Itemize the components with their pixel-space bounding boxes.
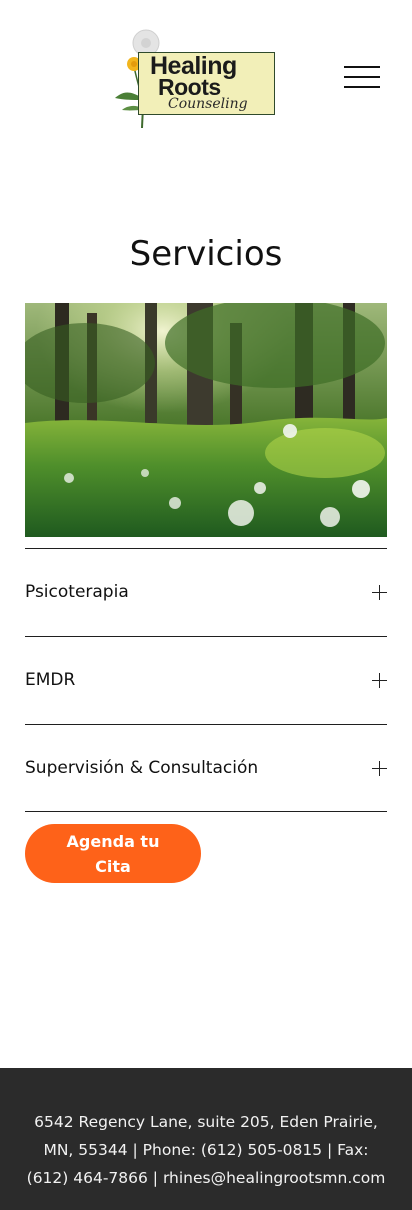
logo-text-counseling: Counseling xyxy=(168,96,248,112)
site-logo[interactable]: Healing Roots Counseling xyxy=(112,28,280,132)
accordion-item-psicoterapia[interactable]: Psicoterapia xyxy=(25,548,387,636)
forest-meadow-dandelions-photo xyxy=(25,303,387,537)
accordion-item-emdr[interactable]: EMDR xyxy=(25,636,387,724)
page-title: Servicios xyxy=(129,234,283,274)
site-header: Healing Roots Counseling xyxy=(0,0,412,150)
accordion-label: EMDR xyxy=(25,670,76,690)
services-accordion: Psicoterapia EMDR Supervisión & Consulta… xyxy=(25,548,387,812)
accordion-item-supervision[interactable]: Supervisión & Consultación xyxy=(25,724,387,812)
hero-image xyxy=(25,303,387,537)
plus-icon[interactable] xyxy=(372,673,387,688)
schedule-appointment-button[interactable]: Agenda tu Cita xyxy=(25,824,201,883)
footer-contact-text: 6542 Regency Lane, suite 205, Eden Prair… xyxy=(26,1113,386,1187)
hamburger-menu-icon[interactable] xyxy=(344,64,382,90)
plus-icon[interactable] xyxy=(372,761,387,776)
site-footer: 6542 Regency Lane, suite 205, Eden Prair… xyxy=(0,1068,412,1210)
plus-icon[interactable] xyxy=(372,585,387,600)
accordion-label: Psicoterapia xyxy=(25,582,129,602)
accordion-label: Supervisión & Consultación xyxy=(25,758,259,778)
cta-label: Agenda tu Cita xyxy=(66,832,160,876)
